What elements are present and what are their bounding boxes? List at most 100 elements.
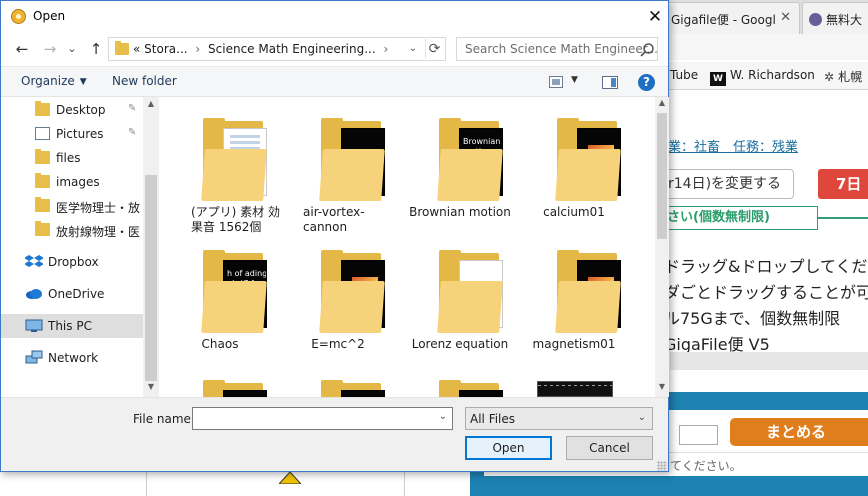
nav-item-label: files [56,151,81,165]
search-input[interactable]: Search Science Math Engineer... [456,37,658,61]
tab-underline [818,217,868,219]
browser-tab-other[interactable]: 無料大 [802,2,868,34]
view-options-icon[interactable] [549,76,563,88]
title-bar[interactable]: Open ✕ [1,1,668,32]
search-icon[interactable] [639,42,655,58]
nav-item-files[interactable]: files [1,146,143,170]
forward-button[interactable]: → [39,39,61,59]
folder-icon [319,281,385,333]
open-button[interactable]: Open [465,436,552,460]
folder-name: (アプリ) 素材 効果音 1562個 [191,205,280,234]
search-placeholder: Search Science Math Engineer... [465,42,658,56]
folder-item[interactable]: calcium01 [519,101,629,221]
folder-icon [35,221,50,236]
onedrive-icon [26,289,42,299]
folder-item[interactable]: E=mc^2 [283,233,393,353]
combine-button[interactable]: まとめる [730,418,868,446]
nav-item-dropbox[interactable]: Dropbox [1,250,143,274]
folder-item[interactable]: Lorenz equation [401,233,511,353]
nav-item-images[interactable]: images [1,170,143,194]
close-icon[interactable]: ✕ [641,3,669,31]
chevron-down-icon[interactable]: ⌄ [439,411,447,422]
combine-input[interactable] [679,425,718,445]
file-name-label: File name: [133,412,195,426]
file-name-input[interactable]: ⌄ [192,407,453,430]
address-bar[interactable]: « Stora... › Science Math Engineering...… [108,37,446,61]
organize-button[interactable]: Organize ▼ [21,74,87,88]
bottom-panel: File name: ⌄ All Files ⌄ Open Cancel [1,397,668,471]
close-icon[interactable]: ✕ [780,10,791,25]
command-bar: Organize ▼ New folder ▼ ? [1,66,668,97]
bookmark-sapporo[interactable]: ✲ 札幌 [824,68,862,85]
video-file-thumbnail[interactable] [537,381,613,397]
drop-zone-text[interactable]: ドラッグ&ドロップしてくだ ダごとドラッグすることが可 ル75Gまで、個数無制限… [664,254,868,358]
folder-item[interactable] [401,363,511,397]
refresh-icon[interactable]: ⟳ [425,39,443,59]
scroll-down-icon[interactable]: ▼ [143,382,159,396]
nav-item-label: images [56,175,100,189]
nav-item-medical-physics[interactable]: 医学物理士・放 [1,194,143,218]
recent-locations-button[interactable]: ⌄ [61,39,83,59]
folder-icon [35,149,50,164]
folder-icon [555,149,621,201]
folder-item[interactable]: Brownian motion a random Brownian motion [401,101,511,221]
folder-icon [115,41,129,55]
file-list-scroll-thumb[interactable] [657,113,667,239]
nav-item-this-pc[interactable]: This PC [1,314,143,338]
app-icon [11,9,26,24]
drop-line: ル75Gまで、個数無制限 [664,309,841,328]
new-folder-button[interactable]: New folder [112,74,177,88]
breadcrumb-overflow[interactable]: « [133,42,140,56]
bookmark-youtube[interactable]: Tube [670,68,698,82]
dropbox-icon [25,255,43,267]
scroll-up-icon[interactable]: ▲ [655,98,669,112]
resize-grip[interactable] [657,461,667,471]
nav-item-label: Pictures [56,127,104,141]
days-badge[interactable]: 7日 [818,169,868,199]
preview-pane-icon[interactable] [602,76,618,89]
scroll-up-icon[interactable]: ▲ [143,99,159,113]
nav-item-network[interactable]: Network [1,346,143,370]
breadcrumb-separator[interactable]: › [383,42,388,56]
pin-icon: ✎ [128,103,137,114]
folder-item[interactable] [165,363,275,397]
bookmark-w-richardson[interactable]: W W. Richardson [710,68,815,86]
up-button[interactable]: ↑ [85,39,107,59]
back-button[interactable]: ← [11,39,33,59]
help-icon[interactable]: ? [638,74,655,91]
file-type-value: All Files [470,412,516,426]
file-list: (アプリ) 素材 効果音 1562個 air-vortex-cannon Bro… [161,97,655,397]
nav-item-pictures[interactable]: Pictures ✎ [1,122,143,146]
chevron-down-icon[interactable]: ⌄ [405,40,421,58]
folder-item[interactable]: h of ading gh (C fract Chaos [165,233,275,353]
scroll-down-icon[interactable]: ▼ [655,382,669,396]
browser-tab-gigafile[interactable]: Gigafile便 - Googl ✕ [664,2,800,34]
file-type-select[interactable]: All Files ⌄ [465,407,653,430]
breadcrumb-item[interactable]: Stora... [144,42,187,56]
page-user-line[interactable]: 業：社畜 任務：残業 [668,136,798,155]
breadcrumb[interactable]: « Stora... › Science Math Engineering...… [133,42,392,56]
nav-item-label: 医学物理士・放 [56,201,141,215]
nav-pane-scroll-thumb[interactable] [145,175,157,381]
folder-item[interactable]: air-vortex-cannon [283,101,393,234]
folder-item[interactable] [283,363,393,397]
folder-item[interactable]: magnetism01 [519,233,629,353]
breadcrumb-item[interactable]: Science Math Engineering... [208,42,376,56]
diamond-icon [279,472,301,484]
chevron-down-icon[interactable]: ⌄ [638,412,646,423]
nav-item-onedrive[interactable]: OneDrive [1,282,143,306]
folder-name: Chaos [201,337,239,351]
breadcrumb-separator[interactable]: › [195,42,200,56]
nav-item-label: Network [48,351,99,365]
folder-icon [35,197,50,212]
nav-item-desktop[interactable]: Desktop ✎ [1,98,143,122]
browser-tab-label: Gigafile便 - Googl [671,13,776,27]
favicon-icon [809,13,822,26]
caret-down-icon[interactable]: ▼ [571,75,578,85]
nav-item-label: Desktop [56,103,106,117]
nav-item-radiation-physics[interactable]: 放射線物理・医 [1,218,143,242]
folder-icon [319,149,385,201]
unlimited-tab[interactable]: さい(個数無制限) [650,206,818,230]
folder-item[interactable]: (アプリ) 素材 効果音 1562個 [165,101,280,234]
cancel-button[interactable]: Cancel [566,436,653,460]
